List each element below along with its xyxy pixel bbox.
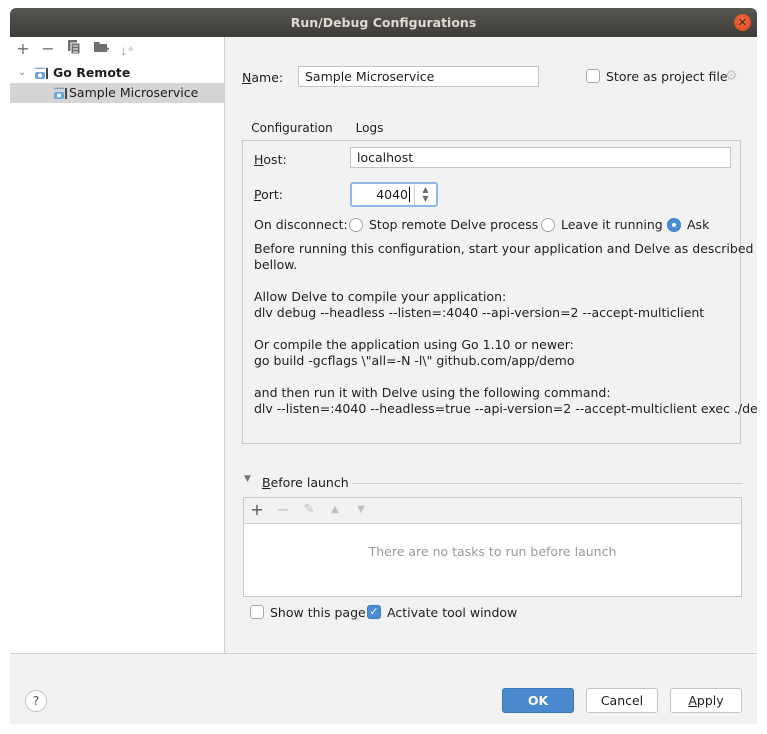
empty-tasks-message: There are no tasks to run before launch	[368, 544, 617, 559]
instruction-line: Or compile the application using Go 1.10…	[254, 337, 574, 352]
close-icon[interactable]: ✕	[734, 14, 751, 31]
on-disconnect-label: On disconnect:	[254, 217, 348, 232]
instruction-line	[254, 321, 739, 337]
activate-tool-window-checkbox[interactable]: ✓	[367, 605, 381, 619]
new-folder-icon[interactable]	[92, 40, 110, 58]
instruction-line	[254, 369, 739, 385]
instruction-line: and then run it with Delve using the fol…	[254, 385, 611, 400]
instruction-line: dlv --listen=:4040 --headless=true --api…	[254, 401, 757, 416]
move-up-icon[interactable]: ▲	[326, 501, 344, 519]
help-icon[interactable]: ?	[25, 690, 47, 712]
before-launch-list: + − ✎ ▲ ▼ There are no tasks to run befo…	[243, 497, 742, 597]
gear-icon[interactable]: ⚙	[725, 68, 738, 84]
instruction-line: dlv debug --headless --listen=:4040 --ap…	[254, 305, 705, 320]
before-launch-header[interactable]: ▼ Before launch	[244, 473, 743, 493]
instruction-line: Allow Delve to compile your application:	[254, 289, 507, 304]
tree-item-label: Go Remote	[53, 65, 131, 80]
remove-task-icon[interactable]: −	[274, 501, 292, 519]
radio-ask[interactable]	[667, 218, 681, 232]
triangle-down-icon[interactable]: ▼	[244, 474, 251, 484]
title-bar: Run/Debug Configurations ✕	[10, 8, 757, 37]
sort-icon[interactable]: ↓a	[117, 40, 135, 59]
go-remote-icon	[34, 66, 49, 80]
radio-leave-running[interactable]	[541, 218, 555, 232]
store-as-project-file-label[interactable]: Store as project file	[606, 69, 728, 84]
tab-logs[interactable]: Logs	[352, 115, 387, 141]
radio-stop-remote-delve-label[interactable]: Stop remote Delve process	[369, 217, 538, 232]
port-label: Port:	[254, 187, 283, 202]
instruction-line	[254, 273, 739, 289]
run-debug-configurations-dialog: Run/Debug Configurations ✕ + − ↓a ⌄ Go R…	[10, 8, 757, 724]
port-spinner[interactable]: 4040 ▲ ▼	[350, 182, 438, 207]
copy-icon[interactable]	[65, 40, 83, 58]
ok-button[interactable]: OK	[502, 688, 574, 713]
radio-ask-label[interactable]: Ask	[687, 217, 709, 232]
show-this-page-checkbox[interactable]	[250, 605, 264, 619]
tree-item-sample-microservice[interactable]: Sample Microservice	[10, 83, 224, 103]
remove-icon[interactable]: −	[39, 40, 57, 58]
window-title: Run/Debug Configurations	[290, 15, 477, 30]
apply-button[interactable]: Apply	[670, 688, 742, 713]
host-field[interactable]: localhost	[350, 147, 731, 168]
radio-leave-running-label[interactable]: Leave it running	[561, 217, 663, 232]
cancel-button[interactable]: Cancel	[586, 688, 658, 713]
before-launch-toolbar: + − ✎ ▲ ▼	[244, 498, 741, 524]
instruction-line: go build -gcflags \"all=-N -l\" github.c…	[254, 353, 575, 368]
edit-task-icon[interactable]: ✎	[300, 501, 318, 519]
port-value[interactable]: 4040	[376, 187, 408, 202]
host-label: Host:	[254, 152, 287, 167]
show-this-page-label[interactable]: Show this page	[270, 605, 366, 620]
move-down-icon[interactable]: ▼	[352, 501, 370, 519]
spinner-arrows-icon[interactable]: ▲ ▼	[414, 184, 436, 205]
instruction-line: Before running this configuration, start…	[254, 241, 754, 256]
configuration-panel: Name: Sample Microservice Store as proje…	[225, 37, 757, 653]
dialog-footer: ? OK Cancel Apply	[10, 653, 757, 724]
add-task-icon[interactable]: +	[248, 501, 266, 519]
store-as-project-file-checkbox[interactable]	[586, 69, 600, 83]
divider	[352, 483, 743, 484]
chevron-down-icon[interactable]: ⌄	[18, 63, 26, 83]
go-remote-config-icon	[53, 86, 68, 100]
tree-item-go-remote[interactable]: ⌄ Go Remote	[10, 63, 224, 83]
sidebar: + − ↓a ⌄ Go Remote Sample Microservice E…	[10, 37, 225, 667]
radio-stop-remote-delve[interactable]	[349, 218, 363, 232]
name-field[interactable]: Sample Microservice	[298, 66, 539, 87]
configuration-tab-content: Host: localhost Port: 4040 ▲ ▼ On disconn…	[242, 140, 757, 444]
before-launch-title[interactable]: Before launch	[262, 475, 349, 490]
activate-tool-window-label[interactable]: Activate tool window	[387, 605, 517, 620]
instruction-line: bellow.	[254, 257, 298, 272]
add-icon[interactable]: +	[14, 40, 32, 58]
text-caret	[409, 187, 410, 202]
tree-item-label: Sample Microservice	[69, 85, 199, 100]
sidebar-toolbar: + − ↓a	[10, 37, 224, 61]
instructions-text: Before running this configuration, start…	[254, 241, 757, 417]
name-label: Name:	[242, 70, 284, 85]
